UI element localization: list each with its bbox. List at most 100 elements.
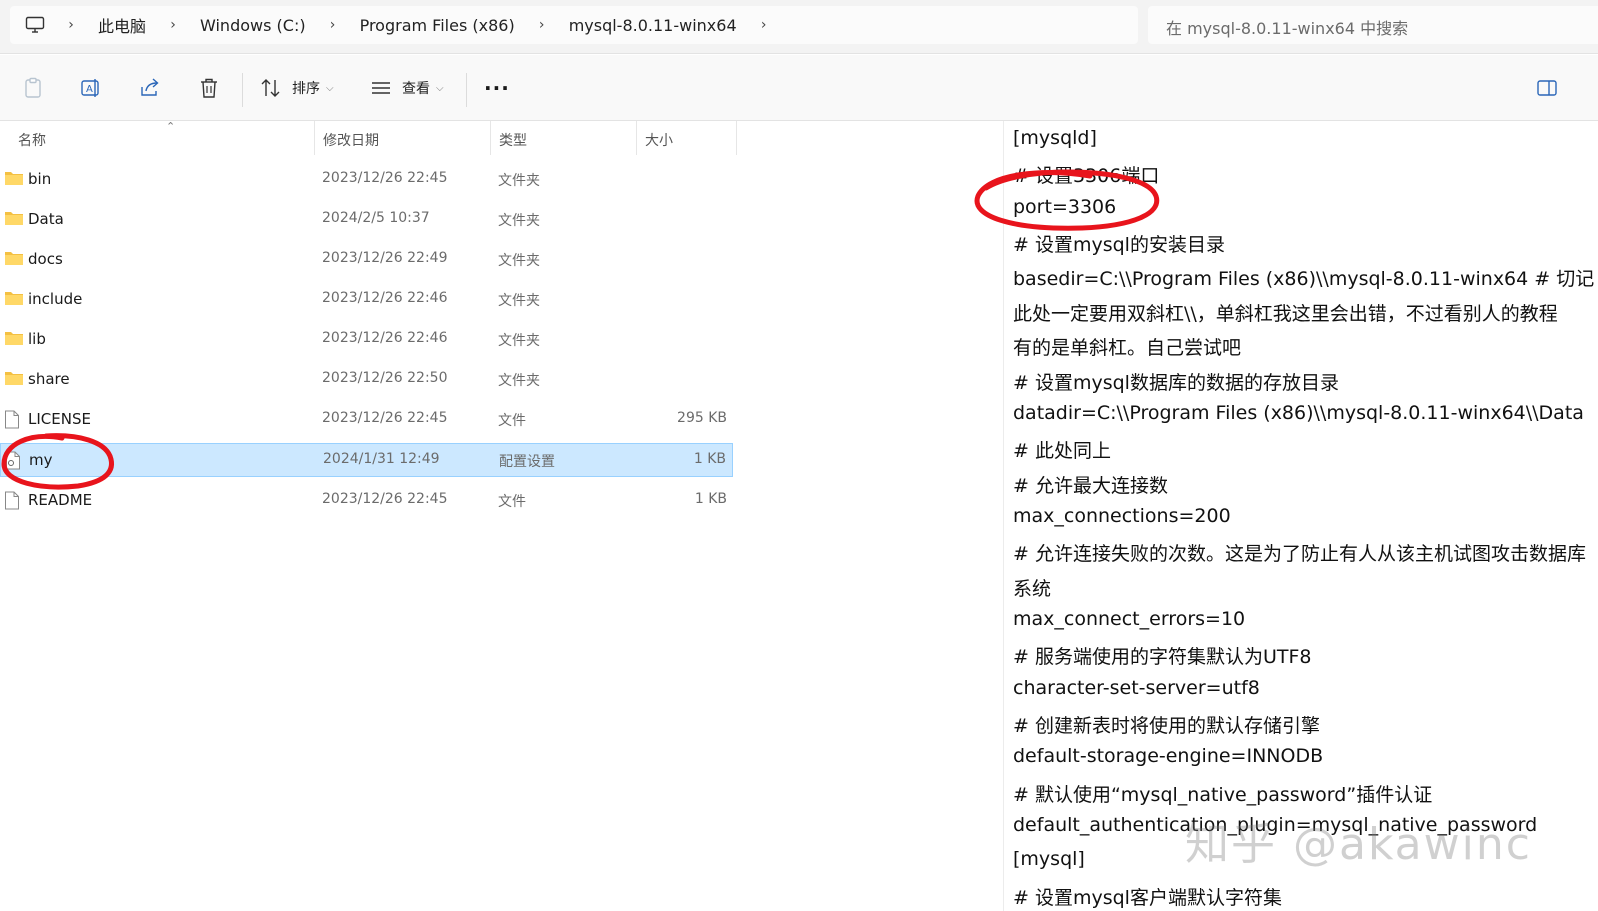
file-type: 文件夹 — [498, 213, 540, 229]
file-type: 文件夹 — [498, 253, 540, 269]
file-date: 2023/12/26 22:45 — [322, 170, 448, 186]
file-size: 1 KB — [693, 451, 726, 467]
toolbar-divider — [466, 73, 467, 107]
column-header-name[interactable]: 名称 ⌃ — [10, 120, 315, 155]
config-file-icon — [5, 451, 25, 470]
file-row-bin[interactable]: bin 2023/12/26 22:45 文件夹 — [0, 162, 733, 196]
config-line: max_connect_errors=10 — [1013, 608, 1246, 630]
chevron-right-icon[interactable]: › — [328, 17, 338, 33]
config-line: 有的是单斜杠。自己尝试吧 — [1013, 337, 1242, 359]
view-button[interactable]: 查看 ⌵ — [368, 73, 444, 103]
svg-text:A: A — [86, 84, 93, 95]
clipboard-icon — [20, 75, 46, 101]
file-row-readme[interactable]: README 2023/12/26 22:45 文件 1 KB — [0, 483, 733, 517]
config-text-view: [mysqld] # 设置3306端口 port=3306 # 设置mysql的… — [1003, 121, 1598, 911]
file-row-include[interactable]: include 2023/12/26 22:46 文件夹 — [0, 282, 733, 316]
config-line: default-storage-engine=INNODB — [1013, 745, 1324, 767]
file-size: 295 KB — [677, 410, 727, 426]
file-name: share — [28, 370, 70, 388]
toolbar-divider — [242, 73, 243, 107]
chevron-right-icon[interactable]: › — [759, 17, 769, 33]
file-type: 文件夹 — [498, 373, 540, 389]
folder-icon — [4, 250, 24, 268]
folder-icon — [4, 290, 24, 308]
chevron-right-icon[interactable]: › — [168, 17, 178, 33]
file-date: 2023/12/26 22:45 — [322, 491, 448, 507]
file-name: include — [28, 290, 83, 308]
config-line: basedir=C:\\Program Files (x86)\\mysql-8… — [1013, 268, 1595, 290]
chevron-down-icon: ⌵ — [326, 82, 334, 94]
file-row-data[interactable]: Data 2024/2/5 10:37 文件夹 — [0, 202, 733, 236]
column-header-type[interactable]: 类型 — [491, 121, 637, 155]
file-row-lib[interactable]: lib 2023/12/26 22:46 文件夹 — [0, 322, 733, 356]
breadcrumb-this-pc[interactable]: 此电脑 — [98, 13, 146, 37]
config-line: max_connections=200 — [1013, 505, 1231, 527]
config-line: # 设置3306端口 — [1013, 165, 1160, 187]
command-bar: A 排序 ⌵ 查看 ⌵ ··· — [0, 55, 1598, 121]
more-options-button[interactable]: ··· — [484, 73, 510, 103]
config-line: # 允许最大连接数 — [1013, 475, 1168, 497]
folder-icon — [4, 370, 24, 388]
delete-button[interactable] — [196, 73, 222, 103]
list-view-icon — [368, 75, 394, 101]
config-line: # 允许连接失败的次数。这是为了防止有人从该主机试图攻击数据库 — [1013, 543, 1586, 565]
paste-button[interactable] — [20, 73, 46, 103]
search-input[interactable]: 在 mysql-8.0.11-winx64 中搜索 — [1148, 6, 1598, 44]
column-header-modified[interactable]: 修改日期 — [315, 121, 491, 155]
sort-button[interactable]: 排序 ⌵ — [258, 73, 334, 103]
share-button[interactable] — [137, 73, 163, 103]
rename-icon: A — [78, 75, 104, 101]
share-icon — [137, 75, 163, 101]
column-name-label: 名称 — [18, 133, 46, 149]
watermark: 知乎 @akawinc — [1185, 819, 1532, 870]
breadcrumb-program-files[interactable]: Program Files (x86) — [360, 16, 515, 35]
file-row-docs[interactable]: docs 2023/12/26 22:49 文件夹 — [0, 242, 733, 276]
file-name: Data — [28, 210, 64, 228]
file-name: README — [28, 491, 93, 509]
column-header-size[interactable]: 大小 — [637, 121, 737, 155]
file-type: 文件夹 — [498, 173, 540, 189]
rename-button[interactable]: A — [78, 73, 104, 103]
breadcrumb[interactable]: › 此电脑 › Windows (C:) › Program Files (x8… — [10, 6, 1138, 44]
file-icon — [4, 410, 24, 429]
config-line: # 服务端使用的字符集默认为UTF8 — [1013, 646, 1312, 668]
config-line: # 设置mysql数据库的数据的存放目录 — [1013, 372, 1339, 394]
config-line: # 设置mysql的安装目录 — [1013, 234, 1225, 256]
file-type: 文件 — [498, 413, 526, 429]
file-type: 文件夹 — [498, 293, 540, 309]
file-name: my — [29, 451, 53, 469]
folder-icon — [4, 210, 24, 228]
config-line: 系统 — [1013, 578, 1052, 600]
chevron-right-icon[interactable]: › — [66, 17, 76, 33]
sort-up-icon: ⌃ — [166, 120, 176, 133]
file-date: 2023/12/26 22:46 — [322, 330, 448, 346]
computer-icon[interactable] — [24, 15, 46, 35]
file-date: 2024/2/5 10:37 — [322, 210, 430, 226]
file-name: LICENSE — [28, 410, 91, 428]
view-label: 查看 — [402, 81, 430, 97]
config-line: # 此处同上 — [1013, 440, 1111, 462]
breadcrumb-windows-c[interactable]: Windows (C:) — [200, 16, 306, 35]
column-headers: 名称 ⌃ 修改日期 类型 大小 — [0, 120, 745, 155]
chevron-right-icon[interactable]: › — [537, 17, 547, 33]
config-line: port=3306 — [1013, 196, 1117, 218]
file-list: 名称 ⌃ 修改日期 类型 大小 bin 2023/12/26 22:45 文件夹… — [0, 120, 745, 911]
file-date: 2023/12/26 22:50 — [322, 370, 448, 386]
chevron-down-icon: ⌵ — [436, 82, 444, 94]
file-date: 2023/12/26 22:45 — [322, 410, 448, 426]
file-type: 文件 — [498, 494, 526, 510]
file-size: 1 KB — [694, 491, 727, 507]
file-row-my[interactable]: my 2024/1/31 12:49 配置设置 1 KB — [0, 443, 733, 477]
breadcrumb-mysql-folder[interactable]: mysql-8.0.11-winx64 — [569, 16, 737, 35]
details-pane-button[interactable] — [1534, 73, 1560, 103]
file-row-share[interactable]: share 2023/12/26 22:50 文件夹 — [0, 362, 733, 396]
file-name: docs — [28, 250, 63, 268]
sort-icon — [258, 75, 284, 101]
config-line: [mysqld] — [1013, 127, 1097, 149]
folder-icon — [4, 170, 24, 188]
file-row-license[interactable]: LICENSE 2023/12/26 22:45 文件 295 KB — [0, 402, 733, 436]
details-pane-icon — [1534, 75, 1560, 101]
sort-label: 排序 — [292, 81, 320, 97]
file-name: lib — [28, 330, 46, 348]
file-type: 文件夹 — [498, 333, 540, 349]
